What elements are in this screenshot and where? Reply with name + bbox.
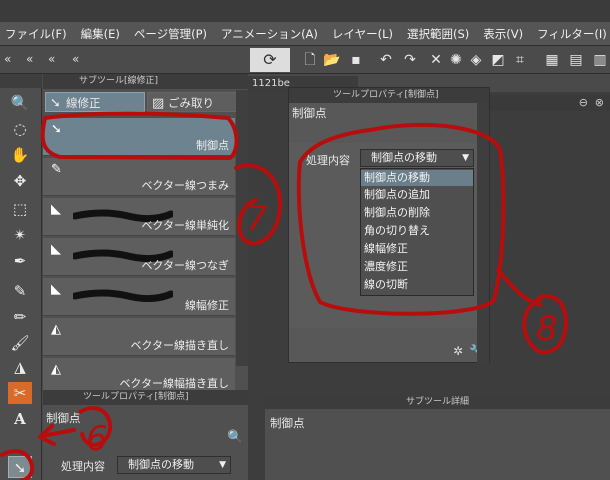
title-bar	[0, 0, 610, 22]
undo-icon[interactable]: ↶	[376, 50, 396, 70]
tool-property-panel-lower: ツールプロパティ[制御点] 制御点 🔍 処理内容 制御点の移動 ▼	[43, 390, 248, 480]
close-icon[interactable]: ⊗	[595, 96, 604, 109]
tool-property-panel: ツールプロパティ[制御点] 制御点 処理内容 制御点の移動 ▼ 制御点の移動 制…	[288, 87, 490, 363]
collapse-left-icon[interactable]: «	[4, 52, 11, 66]
collapse-left-icon[interactable]: «	[72, 52, 79, 66]
menu-layer[interactable]: レイヤー(L)	[327, 26, 402, 42]
grid-icon[interactable]: ▦	[542, 50, 562, 70]
dust-removal-icon: ▨	[152, 96, 165, 111]
selection-tool-icon[interactable]: ⬚	[8, 198, 32, 220]
pen-tool-icon[interactable]: ✎	[8, 280, 32, 302]
minimize-icon[interactable]: ⊖	[579, 96, 588, 109]
subtool-detail-panel: サブツール詳細 制御点	[265, 395, 610, 480]
chevron-down-icon: ▼	[462, 153, 469, 163]
process-dropdown: 制御点の移動 制御点の追加 制御点の削除 角の切り替え 線幅修正 濃度修正 線の…	[360, 168, 474, 296]
tab-correct-line[interactable]: ➘ 線修正	[45, 92, 145, 112]
control-point-icon: ➘	[51, 122, 62, 137]
lasso-tool-icon[interactable]: ◌	[8, 118, 32, 140]
tool-palette: 🔍 ◌ ✋ ✥ ⬚ ✴ ✒ ✎ ✏ 🖌 ◮ ✂ A ➘	[0, 74, 42, 480]
brush-tool-icon[interactable]: 🖌	[8, 332, 32, 354]
decoration-tool-icon[interactable]: ✂	[8, 382, 32, 404]
menu-selection[interactable]: 選択範囲(S)	[402, 26, 478, 42]
settings-icon[interactable]: ✲	[453, 344, 463, 358]
menu-page[interactable]: ページ管理(P)	[129, 26, 216, 42]
process-label: 処理内容	[306, 154, 350, 167]
transform-icon[interactable]: ◈	[466, 50, 486, 70]
subtool-panel: サブツール[線修正] ➘ 線修正 ▨ ごみ取り ➘ 制御点 ✎ ベクター線つまみ…	[43, 74, 248, 462]
panel-title: 制御点	[46, 411, 81, 425]
app-logo-icon[interactable]: ⟳	[250, 48, 290, 72]
panel-header: ツールプロパティ[制御点]	[289, 88, 489, 103]
redo-icon[interactable]: ↷	[400, 50, 420, 70]
dropdown-option[interactable]: 線の切断	[361, 277, 473, 293]
list-item[interactable]: ◣ ベクター線単純化	[43, 198, 235, 236]
dropdown-option[interactable]: 濃度修正	[361, 259, 473, 275]
panel-title: 制御点	[292, 106, 327, 120]
move-tool-icon[interactable]: ✥	[8, 170, 32, 192]
fill-icon[interactable]: ◩	[488, 50, 508, 70]
menu-filter[interactable]: フィルター(I)	[532, 26, 610, 42]
pinch-icon: ✎	[51, 162, 62, 177]
gear-icon[interactable]: ✺	[446, 50, 466, 70]
menu-view[interactable]: 表示(V)	[478, 26, 532, 42]
ruler-icon[interactable]: ▥	[590, 50, 610, 70]
redraw-width-icon: ◭	[51, 362, 61, 377]
menu-file[interactable]: ファイル(F)	[0, 26, 76, 42]
search-icon[interactable]: 🔍	[227, 430, 243, 445]
eyedropper-icon[interactable]: ✒	[8, 250, 32, 272]
scale-icon[interactable]: ⌗	[510, 50, 530, 70]
menu-animation[interactable]: アニメーション(A)	[216, 26, 327, 42]
process-label: 処理内容	[61, 460, 105, 473]
ruler-icon[interactable]: ▤	[566, 50, 586, 70]
collapse-left-icon[interactable]: «	[26, 52, 33, 66]
simplify-icon: ◣	[51, 202, 61, 217]
list-item[interactable]: ◣ ベクター線つなぎ	[43, 238, 235, 276]
panel-header: サブツール[線修正]	[43, 74, 248, 89]
process-select[interactable]: 制御点の移動 ▼	[117, 456, 231, 474]
redraw-icon: ◭	[51, 322, 61, 337]
open-folder-icon[interactable]: 📂	[322, 50, 342, 70]
process-select[interactable]: 制御点の移動 ▼	[360, 149, 474, 167]
dropdown-option[interactable]: 制御点の追加	[361, 187, 473, 203]
connect-icon: ◣	[51, 242, 61, 257]
hand-tool-icon[interactable]: ✋	[8, 144, 32, 166]
dropdown-option[interactable]: 制御点の削除	[361, 205, 473, 221]
magic-wand-icon[interactable]: ✴	[8, 224, 32, 246]
list-item[interactable]: ➘ 制御点	[43, 118, 235, 156]
correct-line-icon: ➘	[50, 96, 61, 111]
list-item[interactable]: ◭ ベクター線描き直し	[43, 318, 235, 356]
panel-header: サブツール詳細	[265, 395, 610, 409]
dropdown-option[interactable]: 角の切り替え	[361, 223, 473, 239]
panel-header: ツールプロパティ[制御点]	[43, 390, 248, 405]
line-width-icon: ◣	[51, 282, 61, 297]
stroke-preview	[73, 289, 173, 302]
collapse-left-icon[interactable]: «	[48, 52, 55, 66]
dropdown-option[interactable]: 制御点の移動	[361, 170, 473, 186]
dropdown-option[interactable]: 線幅修正	[361, 241, 473, 257]
new-file-icon[interactable]: 🗋	[300, 50, 320, 70]
list-item[interactable]: ◭ ベクター線幅描き直し	[43, 358, 235, 394]
menu-bar: ファイル(F) 編集(E) ページ管理(P) アニメーション(A) レイヤー(L…	[0, 22, 610, 46]
save-icon[interactable]: ▪	[346, 50, 366, 70]
airbrush-tool-icon[interactable]: ◮	[8, 356, 32, 378]
menu-edit[interactable]: 編集(E)	[76, 26, 129, 42]
panel-header: ⊖ ⊗	[490, 95, 610, 111]
tab-dust-removal[interactable]: ▨ ごみ取り	[147, 92, 237, 112]
scrollbar[interactable]	[477, 103, 489, 363]
list-item[interactable]: ✎ ベクター線つまみ	[43, 158, 235, 196]
zoom-tool-icon[interactable]: 🔍	[8, 92, 32, 114]
correct-line-tool-icon[interactable]: ➘	[8, 456, 32, 478]
pencil-tool-icon[interactable]: ✏	[8, 306, 32, 328]
command-bar: « « « « ⟳ 🗋 📂 ▪ ↶ ↷ ✕ ✺ ◈ ◩ ⌗ ▦ ▤ ▥	[0, 46, 610, 74]
scrollbar[interactable]	[236, 90, 248, 366]
list-item[interactable]: ◣ 線幅修正	[43, 278, 235, 316]
clear-icon[interactable]: ✕	[426, 50, 446, 70]
text-tool-icon[interactable]: A	[8, 408, 32, 430]
panel-header	[0, 74, 42, 88]
panel-title: 制御点	[270, 416, 305, 430]
chevron-down-icon: ▼	[219, 460, 226, 470]
